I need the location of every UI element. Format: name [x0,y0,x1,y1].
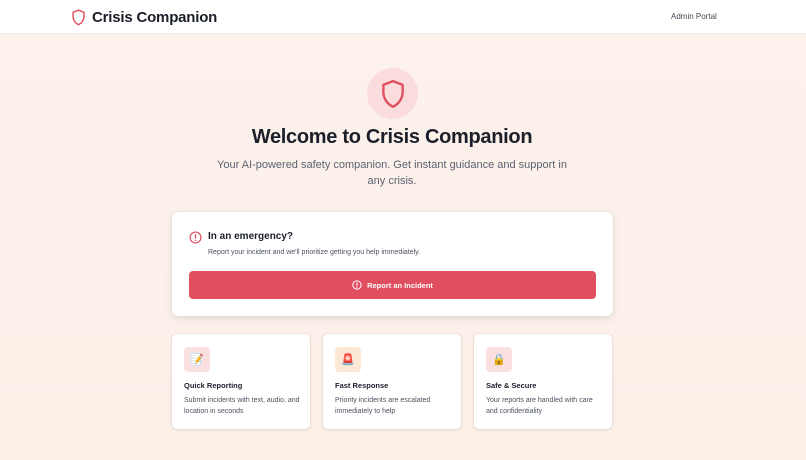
memo-pencil-icon: 📝 [184,347,210,372]
feature-title: Safe & Secure [486,381,537,390]
brand-logo-link[interactable]: Crisis Companion [71,8,217,26]
feature-card-fast-response: 🚨 Fast Response Priority incidents are e… [323,334,461,429]
siren-icon: 🚨 [335,347,361,372]
feature-description: Priority incidents are escalated immedia… [335,397,431,415]
feature-title: Quick Reporting [184,381,243,390]
feature-card-quick-reporting: 📝 Quick Reporting Submit incidents with … [172,334,310,429]
feature-description: Submit incidents with text, audio, and l… [184,397,300,415]
hero-shield-badge [367,68,418,119]
report-incident-button[interactable]: Report an Incident [189,271,596,299]
shield-icon [72,8,85,26]
alert-circle-icon [189,231,202,244]
feature-card-safe-secure: 🔒 Safe & Secure Your reports are handled… [474,334,612,429]
app-name: Crisis Companion [92,8,218,26]
emergency-card: In an emergency? Report your incident an… [172,212,613,316]
admin-portal-link[interactable]: Admin Portal [671,12,717,21]
lock-icon: 🔒 [486,347,512,372]
alert-circle-icon [352,280,362,290]
shield-icon [381,79,404,108]
page-title: Welcome to Crisis Companion [251,126,533,148]
report-incident-label: Report an Incident [367,280,433,290]
emergency-title: In an emergency? [208,231,294,242]
feature-description: Your reports are handled with care and c… [486,397,593,415]
feature-title: Fast Response [335,381,389,390]
top-navigation-bar: Crisis Companion Admin Portal [0,0,806,34]
emergency-description: Report your incident and we'll prioritiz… [208,249,421,256]
page-subtitle: Your AI-powered safety companion. Get in… [217,159,567,187]
